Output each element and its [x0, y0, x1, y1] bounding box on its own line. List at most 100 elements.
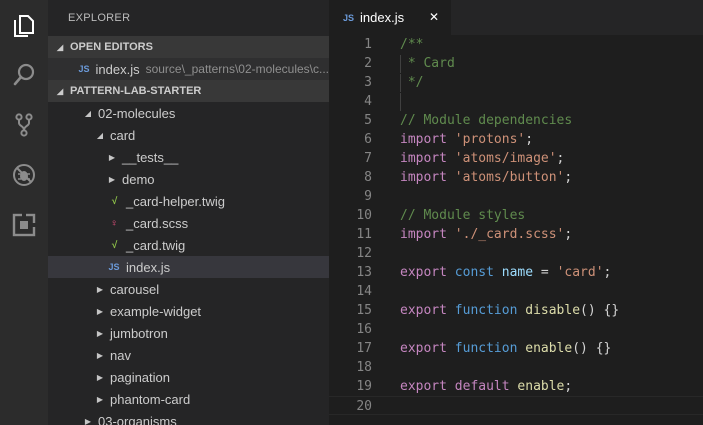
tab-index-js[interactable]: JS index.js ✕: [329, 0, 451, 35]
tree-item-label: demo: [122, 171, 155, 187]
code-token: function: [454, 341, 518, 356]
tree-item-label: phantom-card: [110, 391, 191, 407]
code-line: 7 import 'atoms/image';: [329, 149, 703, 168]
tree-item[interactable]: ▶ pagination: [48, 366, 329, 388]
project-header[interactable]: ◢ PATTERN-LAB-STARTER: [48, 80, 329, 102]
code-token: import: [400, 170, 447, 185]
code-editor[interactable]: 1/** 2 * Card 3 */4 5// Module dependencies…: [329, 35, 703, 425]
tree-item[interactable]: ◢ card: [48, 124, 329, 146]
collapsed-chevron-icon: ▶: [96, 284, 104, 294]
expanded-chevron-icon: ◢: [57, 42, 64, 52]
code-text: /**: [400, 35, 423, 54]
tab-label: index.js: [360, 10, 405, 25]
code-token: name: [501, 265, 534, 280]
code-line: 3 */: [329, 73, 703, 92]
collapsed-chevron-icon: ▶: [96, 306, 104, 316]
code-text: // Module styles: [400, 206, 525, 225]
sidebar-title: EXPLORER: [68, 12, 131, 24]
js-file-icon: JS: [108, 262, 120, 272]
code-line: 18: [329, 358, 703, 377]
tree-item[interactable]: ▶ phantom-card: [48, 388, 329, 410]
tree-item[interactable]: ▶ nav: [48, 344, 329, 366]
extensions-icon[interactable]: [0, 201, 48, 249]
tree-item-label: _card-helper.twig: [126, 193, 225, 209]
code-token: 'protons': [454, 132, 526, 147]
twig-file-icon: √: [111, 195, 117, 207]
code-token: function: [454, 303, 518, 318]
tree-item[interactable]: ▶ 03-organisms: [48, 410, 329, 425]
collapsed-chevron-icon: ▶: [96, 394, 104, 404]
code-text: */: [400, 73, 424, 92]
line-number: 12: [356, 246, 372, 261]
code-token: ;: [556, 151, 565, 166]
line-number: 10: [356, 208, 372, 223]
code-token: // Module dependencies: [400, 113, 573, 128]
code-line: 15 export function disable() {}: [329, 301, 703, 320]
tree-item[interactable]: ▶ demo: [48, 168, 329, 190]
line-number: 15: [356, 303, 372, 318]
code-line: 11 import './_card.scss';: [329, 225, 703, 244]
tree-item[interactable]: ▶ jumbotron: [48, 322, 329, 344]
code-line: 8 import 'atoms/button';: [329, 168, 703, 187]
collapsed-chevron-icon: ▶: [96, 350, 104, 360]
line-number: 18: [356, 360, 372, 375]
debug-icon[interactable]: [0, 151, 48, 199]
code-text: export const name = 'card';: [400, 263, 611, 282]
code-line: 16: [329, 320, 703, 339]
tree-item[interactable]: JS index.js: [48, 256, 329, 278]
tree-item[interactable]: ◢ 02-molecules: [48, 102, 329, 124]
code-token: import: [400, 132, 447, 147]
code-line: 13 export const name = 'card';: [329, 263, 703, 282]
code-token: 'atoms/image': [454, 151, 557, 166]
code-text: import './_card.scss';: [400, 225, 572, 244]
line-number: 7: [364, 151, 372, 166]
search-icon[interactable]: [0, 51, 48, 99]
code-line: 20: [329, 396, 703, 415]
code-line: 4: [329, 92, 703, 111]
code-token: export: [400, 379, 447, 394]
expanded-chevron-icon: ◢: [57, 86, 64, 96]
line-number: 9: [364, 189, 372, 204]
close-icon[interactable]: ✕: [429, 10, 439, 24]
tree-item-label: index.js: [126, 259, 171, 275]
tree-item[interactable]: ♀ _card.scss: [48, 212, 329, 234]
line-number: 1: [364, 37, 372, 52]
code-token: () {}: [580, 303, 620, 318]
code-line: 14: [329, 282, 703, 301]
code-line: 17 export function enable() {}: [329, 339, 703, 358]
line-number: 19: [356, 379, 372, 394]
line-number: 20: [356, 399, 372, 414]
code-line: 9: [329, 187, 703, 206]
code-text: * Card: [400, 54, 455, 73]
tree-item[interactable]: ▶ example-widget: [48, 300, 329, 322]
code-token: () {}: [572, 341, 612, 356]
code-token: ;: [603, 265, 612, 280]
code-token: const: [454, 265, 494, 280]
open-editors-header[interactable]: ◢ OPEN EDITORS: [48, 36, 329, 58]
tree-item[interactable]: ▶ carousel: [48, 278, 329, 300]
indent-guide: [400, 93, 401, 111]
code-line: 10 // Module styles: [329, 206, 703, 225]
twig-file-icon: √: [111, 239, 117, 251]
tree-item[interactable]: ▶ __tests__: [48, 146, 329, 168]
code-text: // Module dependencies: [400, 111, 572, 130]
scss-file-icon: ♀: [110, 217, 118, 229]
tree-item[interactable]: √ _card.twig: [48, 234, 329, 256]
code-token: export: [400, 341, 447, 356]
tree-item[interactable]: √ _card-helper.twig: [48, 190, 329, 212]
line-number: 13: [356, 265, 372, 280]
open-editor-item-index-js[interactable]: JS index.js source\_patterns\02-molecule…: [48, 58, 329, 80]
line-number: 11: [356, 227, 372, 242]
source-control-icon[interactable]: [0, 101, 48, 149]
tree-item-label: 03-organisms: [98, 413, 177, 425]
explorer-icon[interactable]: [0, 2, 48, 50]
code-token: disable: [525, 303, 581, 318]
activity-bar: [0, 0, 48, 425]
code-text: export default enable;: [400, 377, 572, 396]
